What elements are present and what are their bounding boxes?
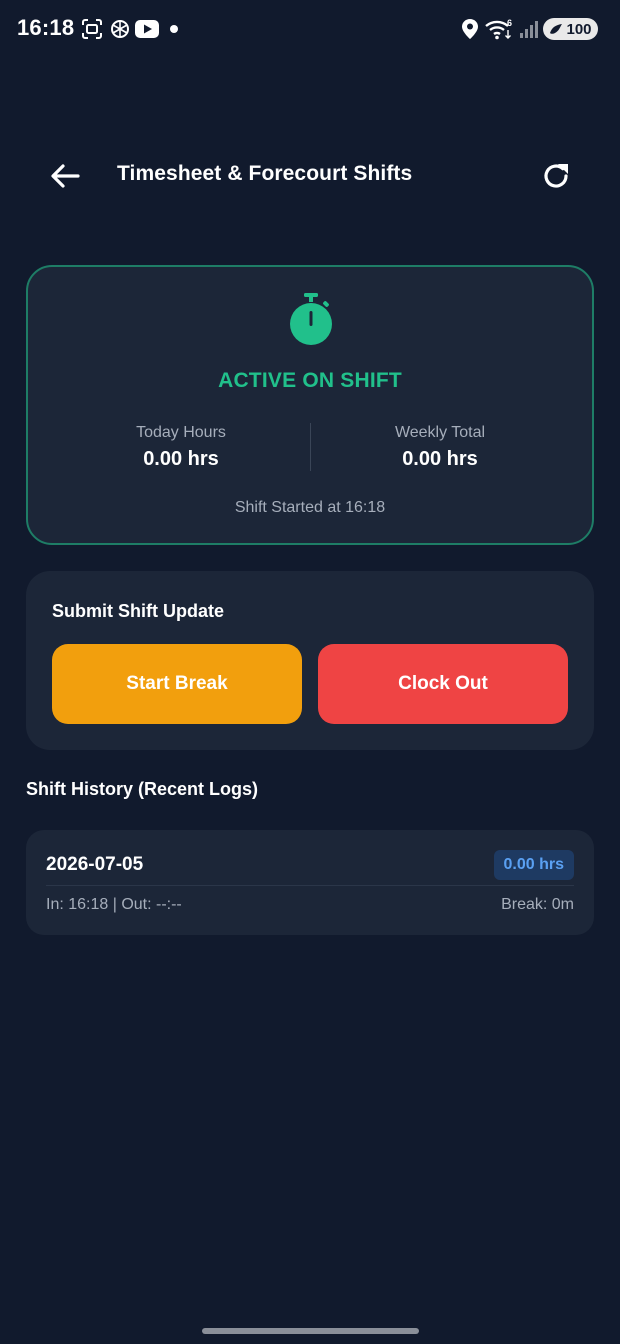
shift-update-title: Submit Shift Update	[52, 601, 224, 621]
location-icon	[460, 18, 480, 40]
log-hours-badge: 0.00 hrs	[493, 850, 574, 880]
status-time: 16:18	[17, 15, 75, 40]
arrow-left-icon	[51, 164, 80, 188]
app-screen: 16:18 6 100 Timesheet & Forecourt Shifts…	[0, 0, 620, 1344]
screenshot-icon	[80, 18, 104, 40]
page-title: Timesheet & Forecourt Shifts	[117, 162, 413, 185]
status-bar: 16:18 6 100	[0, 0, 620, 58]
clock-out-button[interactable]: Clock Out	[318, 644, 568, 724]
list-item[interactable]: 2026-07-05 0.00 hrs In: 16:18 | Out: --:…	[26, 830, 594, 935]
youtube-icon	[134, 18, 160, 40]
today-hours-value: 0.00 hrs	[143, 448, 219, 470]
log-date: 2026-07-05	[46, 854, 144, 875]
stopwatch-icon	[290, 293, 332, 345]
app-header: Timesheet & Forecourt Shifts	[0, 140, 620, 212]
stat-divider	[310, 423, 311, 471]
today-hours-stat: Today Hours 0.00 hrs	[81, 424, 281, 471]
home-indicator[interactable]	[202, 1328, 419, 1334]
shift-update-card: Submit Shift Update Start Break Clock Ou…	[26, 571, 594, 750]
signal-icon	[518, 18, 540, 40]
shift-history-title: Shift History (Recent Logs)	[26, 779, 259, 799]
openai-icon	[108, 18, 132, 40]
log-times: In: 16:18 | Out: --:--	[46, 896, 182, 913]
shift-started-text: Shift Started at 16:18	[234, 499, 386, 516]
weekly-total-label: Weekly Total	[394, 424, 486, 441]
active-shift-card: ACTIVE ON SHIFT Today Hours 0.00 hrs Wee…	[26, 265, 594, 545]
start-break-button[interactable]: Start Break	[52, 644, 302, 724]
wifi-icon: 6	[484, 18, 514, 40]
weekly-total-value: 0.00 hrs	[402, 448, 478, 470]
back-button[interactable]	[40, 152, 90, 200]
log-divider	[46, 885, 574, 886]
log-break: Break: 0m	[501, 896, 574, 913]
shift-status-label: ACTIVE ON SHIFT	[218, 369, 402, 392]
battery-icon: 100	[543, 18, 598, 40]
weekly-total-stat: Weekly Total 0.00 hrs	[340, 424, 540, 471]
svg-text:6: 6	[507, 18, 512, 28]
refresh-button[interactable]	[532, 152, 580, 200]
notification-dot	[170, 25, 178, 33]
refresh-icon	[544, 164, 568, 188]
today-hours-label: Today Hours	[136, 424, 226, 441]
battery-level: 100	[566, 20, 592, 38]
